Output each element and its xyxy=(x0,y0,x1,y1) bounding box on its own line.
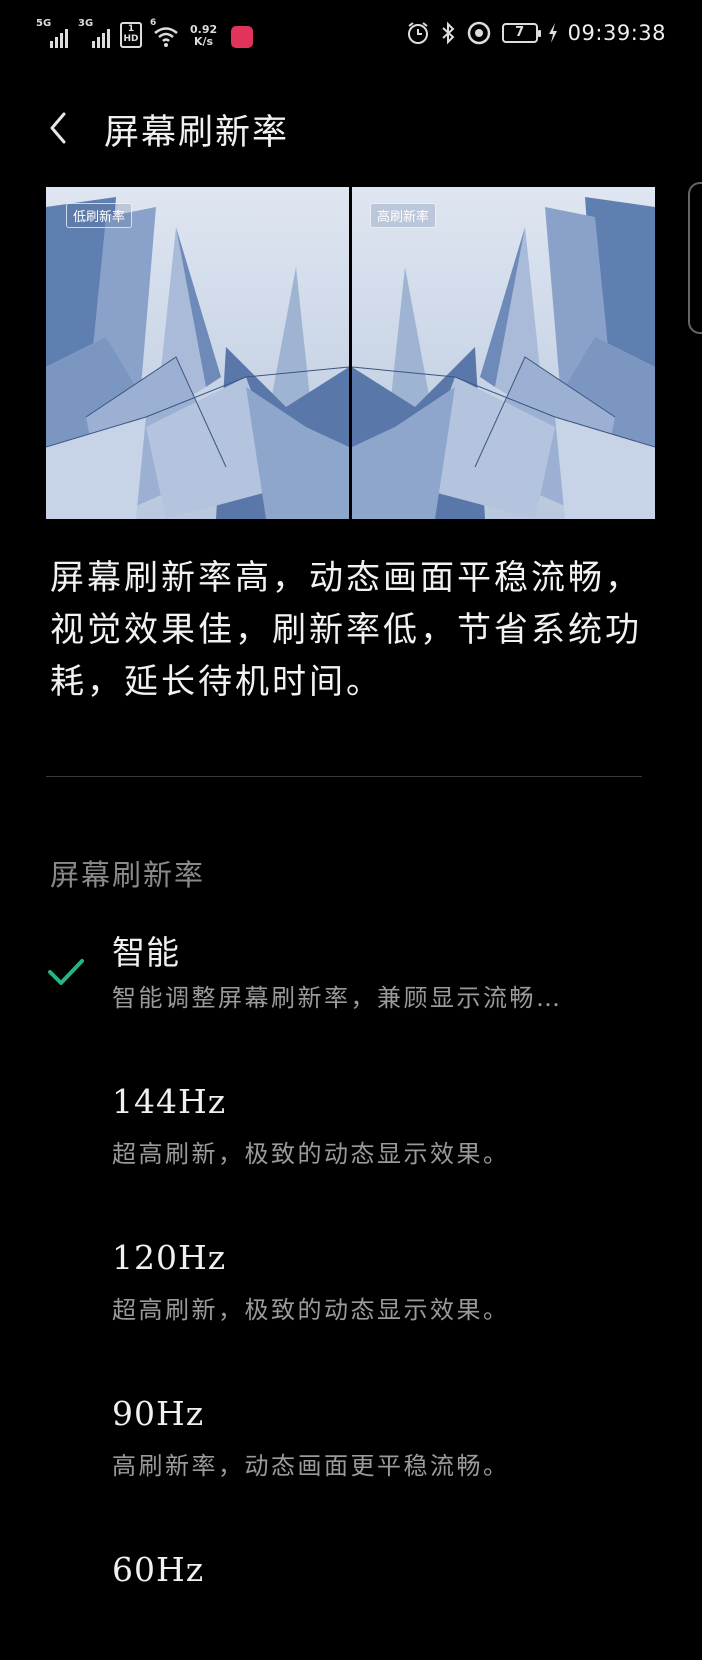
net-speed-unit: K/s xyxy=(194,35,214,48)
option-smart[interactable]: 智能 智能调整屏幕刷新率，兼顾显示流畅… xyxy=(0,926,702,1036)
clock: 09:39:38 xyxy=(567,21,666,45)
section-title: 屏幕刷新率 xyxy=(50,858,206,892)
option-title: 144Hz xyxy=(112,1082,227,1121)
option-90hz[interactable]: 90Hz 高刷新率，动态画面更平稳流畅。 xyxy=(0,1394,702,1504)
option-60hz[interactable]: 60Hz xyxy=(0,1550,702,1660)
bluetooth-icon xyxy=(442,21,455,45)
data-saver-icon xyxy=(467,21,490,45)
signal-3g-label: 3G xyxy=(78,18,94,29)
crystal-mountains-image xyxy=(46,187,349,519)
option-subtitle: 超高刷新，极致的动态显示效果。 xyxy=(112,1296,510,1324)
status-bar: 5G 3G 1 HD 6 0.92 K/s 7 09:39:38 xyxy=(0,0,702,72)
crystal-mountains-image xyxy=(352,187,655,519)
app-notification-icon xyxy=(231,26,254,48)
option-subtitle: 超高刷新，极致的动态显示效果。 xyxy=(112,1140,510,1168)
description-text: 屏幕刷新率高，动态画面平稳流畅，视觉效果佳，刷新率低，节省系统功耗，延长待机时间… xyxy=(50,558,642,702)
chevron-left-icon[interactable] xyxy=(40,108,76,148)
high-refresh-label: 高刷新率 xyxy=(370,203,437,228)
option-144hz[interactable]: 144Hz 超高刷新，极致的动态显示效果。 xyxy=(0,1082,702,1192)
alarm-icon xyxy=(407,22,428,44)
wifi-6-label: 6 xyxy=(150,18,157,28)
low-refresh-preview: 低刷新率 xyxy=(46,187,349,519)
hd-voice-icon: 1 HD xyxy=(120,22,142,48)
option-title: 90Hz xyxy=(112,1394,205,1433)
option-title: 120Hz xyxy=(112,1238,227,1277)
edge-panel-handle[interactable] xyxy=(688,182,702,334)
page-title: 屏幕刷新率 xyxy=(104,113,290,153)
battery-icon: 7 xyxy=(501,23,541,43)
option-subtitle: 高刷新率，动态画面更平稳流畅。 xyxy=(112,1452,510,1480)
option-subtitle: 智能调整屏幕刷新率，兼顾显示流畅… xyxy=(112,984,563,1012)
wifi-icon: 6 xyxy=(150,18,180,48)
charging-icon xyxy=(548,23,557,43)
low-refresh-label: 低刷新率 xyxy=(66,203,133,228)
signal-5g-label: 5G xyxy=(36,18,52,29)
signal-5g-icon: 5G xyxy=(36,18,68,48)
signal-3g-icon: 3G xyxy=(78,18,110,48)
divider xyxy=(46,776,642,777)
checkmark-icon xyxy=(48,959,84,985)
option-title: 60Hz xyxy=(112,1550,205,1589)
refresh-rate-preview: 低刷新率 高刷新率 xyxy=(46,187,656,519)
high-refresh-preview: 高刷新率 xyxy=(352,187,655,519)
network-speed: 0.92 K/s xyxy=(190,24,217,48)
option-title: 智能 xyxy=(112,933,180,972)
option-120hz[interactable]: 120Hz 超高刷新，极致的动态显示效果。 xyxy=(0,1238,702,1348)
